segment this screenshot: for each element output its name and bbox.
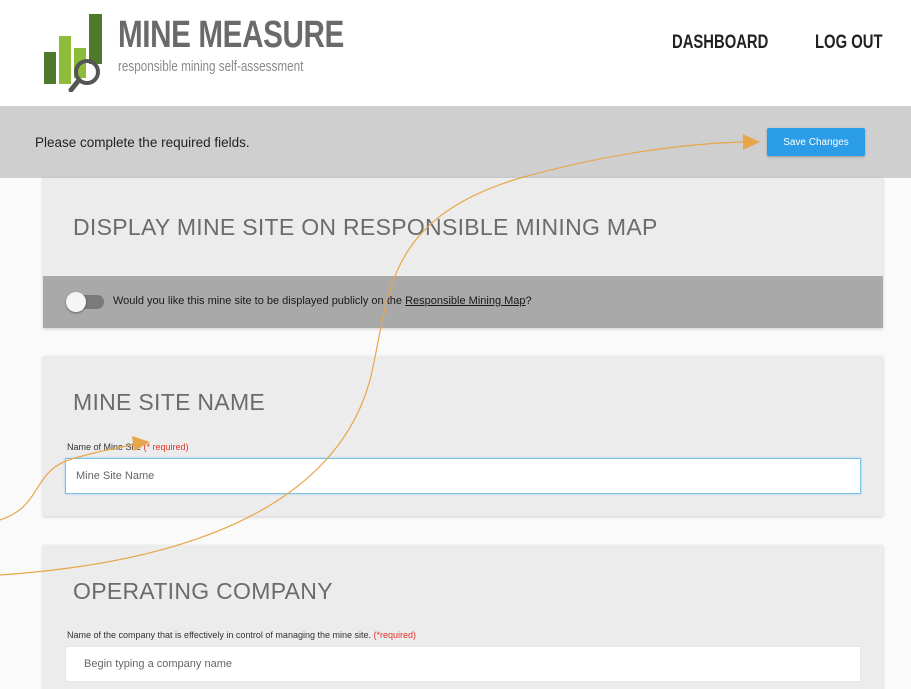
site-name-title: MINE SITE NAME [73, 389, 266, 415]
site-name-label: Name of Mine Site (* required) [67, 442, 189, 452]
company-card: OPERATING COMPANY Name of the company th… [43, 545, 883, 689]
question-mark: ? [525, 295, 532, 307]
header: MINE MEASURE responsible mining self-ass… [0, 0, 911, 106]
nav-logout[interactable]: LOG OUT [815, 32, 883, 54]
display-map-title: DISPLAY MINE SITE ON RESPONSIBLE MINING … [73, 214, 658, 240]
display-map-toggle[interactable] [66, 292, 104, 312]
company-label-text: Name of the company that is effectively … [67, 630, 371, 640]
site-name-input[interactable] [65, 458, 861, 494]
save-changes-button[interactable]: Save Changes [767, 128, 865, 156]
toggle-knob [66, 292, 86, 312]
company-input[interactable] [65, 646, 861, 682]
logo-title: MINE MEASURE [118, 14, 344, 56]
site-name-card: MINE SITE NAME Name of Mine Site (* requ… [43, 356, 883, 516]
nav-dashboard[interactable]: DASHBOARD [672, 32, 768, 54]
notice-message: Please complete the required fields. [35, 135, 250, 150]
company-title: OPERATING COMPANY [73, 578, 333, 604]
required-marker: (*required) [373, 630, 417, 640]
responsible-mining-map-link[interactable]: Responsible Mining Map [405, 295, 525, 307]
site-name-label-text: Name of Mine Site [67, 442, 142, 452]
logo-subtitle: responsible mining self-assessment [118, 58, 304, 75]
display-map-question-text: Would you like this mine site to be disp… [113, 295, 406, 307]
bar-chart-magnifier-icon [44, 14, 102, 92]
logo[interactable]: MINE MEASURE responsible mining self-ass… [38, 10, 344, 92]
company-label: Name of the company that is effectively … [67, 630, 416, 640]
display-map-toggle-row: Would you like this mine site to be disp… [43, 276, 883, 328]
display-map-question: Would you like this mine site to be disp… [113, 295, 532, 307]
required-marker: (* required) [143, 442, 189, 452]
display-map-card: DISPLAY MINE SITE ON RESPONSIBLE MINING … [43, 178, 883, 328]
